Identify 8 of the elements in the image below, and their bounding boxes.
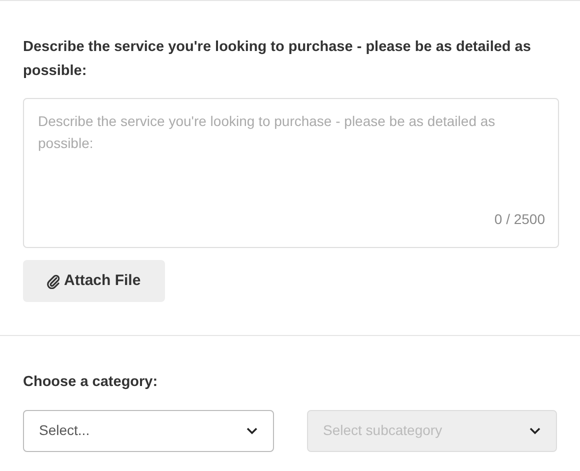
category-dropdown[interactable]: Select...: [23, 410, 274, 452]
chevron-down-icon: [529, 426, 541, 435]
attach-file-button[interactable]: Attach File: [23, 260, 165, 302]
field-label: Choose a category:: [23, 373, 159, 392]
paperclip-icon: [47, 274, 60, 288]
chevron-down-icon: [246, 426, 258, 435]
character-counter: 0 / 2500: [494, 210, 545, 229]
field-label: Describe the service you're looking to purchase - please be as detailed as possible:: [23, 38, 532, 81]
